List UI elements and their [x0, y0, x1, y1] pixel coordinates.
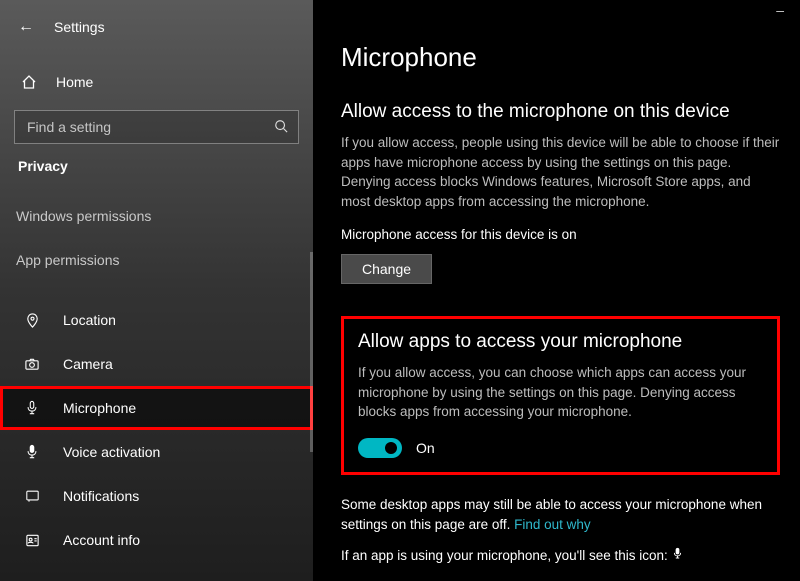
content-pane: – Microphone Allow access to the microph…	[313, 0, 800, 581]
page-title: Microphone	[341, 42, 780, 73]
sidebar-item-voice-activation[interactable]: Voice activation	[0, 430, 313, 474]
sidebar-item-location[interactable]: Location	[0, 298, 313, 342]
sidebar-item-label: Camera	[63, 356, 113, 372]
window-minimize[interactable]: –	[776, 2, 784, 18]
sidebar-item-label: Notifications	[63, 488, 139, 504]
voice-activation-icon	[23, 444, 41, 460]
toggle-knob	[385, 442, 397, 454]
camera-icon	[23, 357, 41, 372]
apps-access-section: Allow apps to access your microphone If …	[341, 316, 780, 475]
section1-heading: Allow access to the microphone on this d…	[341, 101, 780, 123]
search-icon	[274, 119, 288, 136]
sidebar-group-app-permissions: App permissions	[0, 224, 313, 268]
account-icon	[23, 533, 41, 548]
app-title: Settings	[54, 19, 105, 35]
sidebar-item-label: Account info	[63, 532, 140, 548]
sidebar-home[interactable]: Home	[0, 64, 313, 100]
toggle-state-label: On	[416, 440, 435, 456]
change-button[interactable]: Change	[341, 254, 432, 284]
notifications-icon	[23, 489, 41, 503]
back-arrow-icon: ←	[18, 18, 34, 36]
back-nav[interactable]: ← Settings	[0, 12, 313, 42]
footer-note-2: If an app is using your microphone, you'…	[341, 546, 780, 566]
sidebar-home-label: Home	[56, 74, 93, 90]
sidebar-item-label: Microphone	[63, 400, 136, 416]
sidebar-item-camera[interactable]: Camera	[0, 342, 313, 386]
microphone-icon	[23, 400, 41, 416]
apps-access-toggle[interactable]	[358, 438, 402, 458]
sidebar-search[interactable]	[14, 110, 299, 144]
sidebar-item-label: Voice activation	[63, 444, 160, 460]
location-icon	[23, 313, 41, 328]
sidebar-item-account-info[interactable]: Account info	[0, 518, 313, 562]
settings-sidebar: ← Settings Home Privacy Windows permissi…	[0, 0, 313, 581]
device-access-status: Microphone access for this device is on	[341, 227, 780, 242]
sidebar-item-notifications[interactable]: Notifications	[0, 474, 313, 518]
sidebar-category: Privacy	[0, 144, 313, 174]
find-out-why-link[interactable]: Find out why	[514, 517, 591, 532]
section1-body: If you allow access, people using this d…	[341, 133, 780, 211]
sidebar-item-label: Location	[63, 312, 116, 328]
sidebar-item-microphone[interactable]: Microphone	[0, 386, 313, 430]
search-input[interactable]	[27, 119, 274, 135]
microphone-inline-icon	[672, 548, 683, 563]
section2-heading: Allow apps to access your microphone	[358, 331, 763, 353]
section2-body: If you allow access, you can choose whic…	[358, 363, 763, 422]
footer-text-2: If an app is using your microphone, you'…	[341, 548, 672, 563]
home-icon	[20, 74, 38, 90]
sidebar-group-windows-permissions: Windows permissions	[0, 174, 313, 224]
footer-note-1: Some desktop apps may still be able to a…	[341, 495, 780, 534]
